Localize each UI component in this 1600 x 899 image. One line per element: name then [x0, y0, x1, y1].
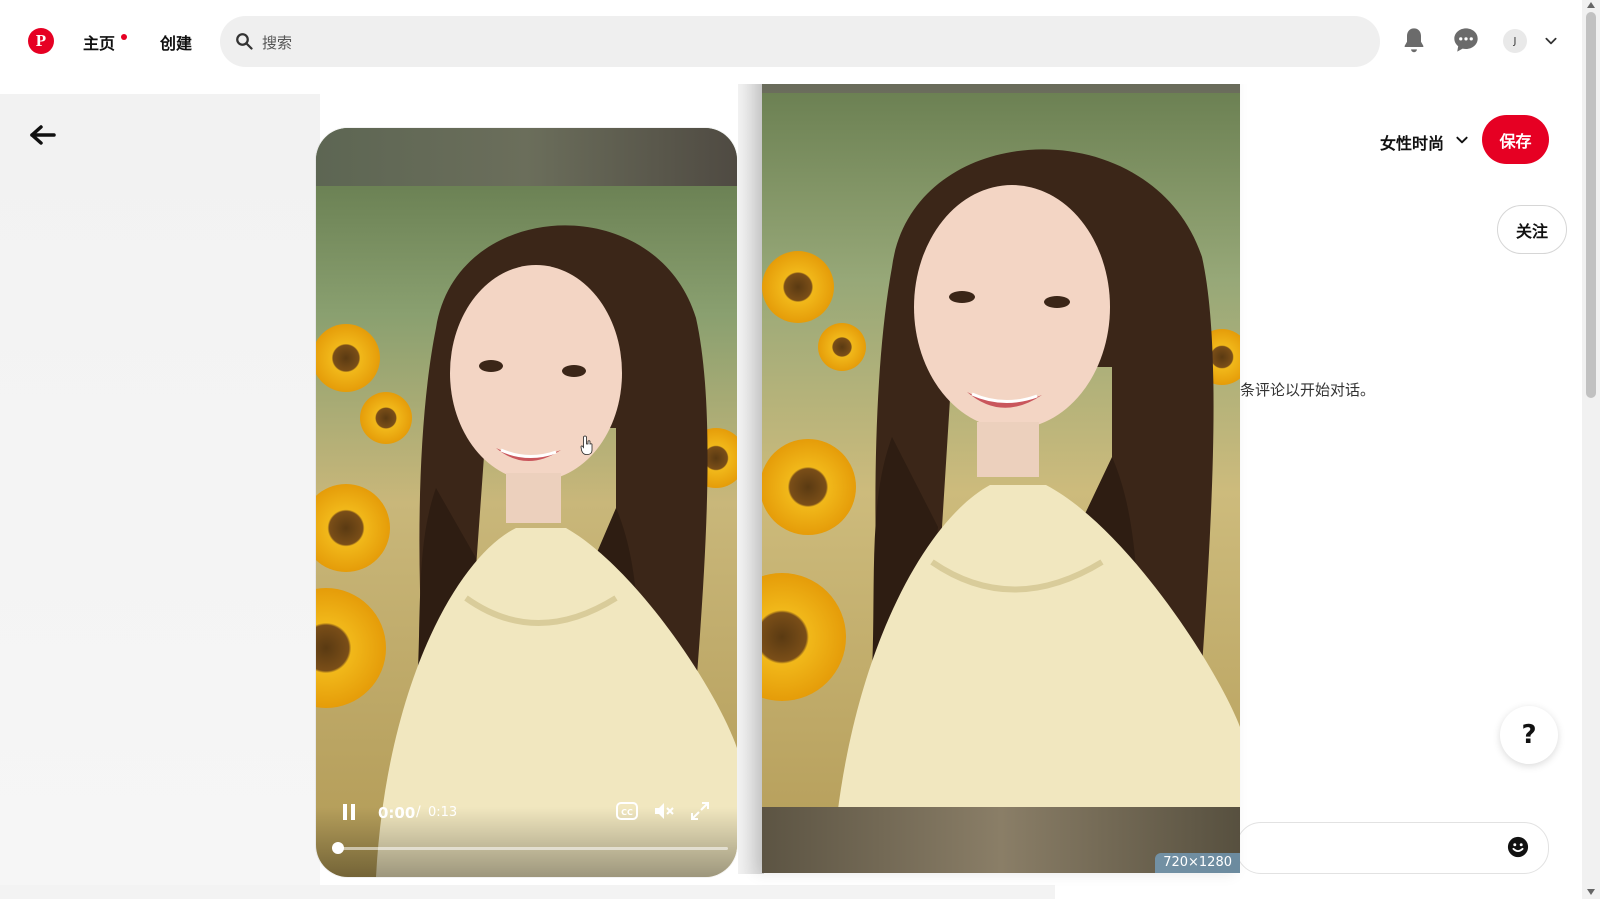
help-icon: ? [1521, 720, 1537, 750]
search-placeholder: 搜索 [262, 34, 293, 52]
preview-side-edge [738, 28, 764, 874]
video-progress-bar[interactable] [332, 842, 728, 854]
search-input[interactable]: 搜索 [220, 16, 1380, 67]
scrollbar-thumb[interactable] [1586, 12, 1596, 398]
cc-icon[interactable]: CC [616, 802, 638, 820]
video-frame [316, 128, 737, 877]
nav-home-link[interactable]: 主页 [83, 30, 115, 54]
time-total: 0:13 [428, 805, 458, 820]
time-current: 0:00 [378, 804, 416, 822]
hand-cursor-icon [580, 435, 593, 455]
logo-letter: P [35, 31, 47, 50]
left-backdrop [0, 94, 320, 899]
scroll-down-icon[interactable] [1587, 889, 1595, 895]
preview-image [762, 27, 1240, 873]
top-header: P 主页 创建 搜索 J [0, 0, 1582, 84]
nav-create-link[interactable]: 创建 [160, 30, 192, 54]
back-arrow-icon[interactable] [28, 124, 56, 146]
board-select[interactable]: 女性时尚 [1380, 130, 1444, 154]
bottom-backdrop [0, 885, 1055, 899]
help-button[interactable]: ? [1500, 706, 1558, 764]
mute-icon[interactable] [653, 801, 675, 821]
dimensions-badge: 720×1280 [1155, 853, 1240, 873]
pinterest-logo[interactable]: P [28, 28, 54, 54]
chat-icon[interactable] [1452, 26, 1480, 54]
progress-knob[interactable] [332, 842, 344, 854]
avatar[interactable]: J [1503, 29, 1527, 53]
notification-dot [121, 34, 127, 40]
avatar-initial: J [1513, 35, 1517, 47]
emoji-icon[interactable] [1507, 836, 1529, 858]
chevron-down-icon[interactable] [1455, 133, 1469, 147]
image-preview-overlay[interactable]: 720×1280 [762, 27, 1240, 873]
bell-icon[interactable] [1400, 26, 1428, 54]
page-scrollbar[interactable] [1582, 0, 1600, 899]
follow-button[interactable]: 关注 [1497, 205, 1567, 254]
time-separator: / [416, 804, 421, 820]
comment-input[interactable] [1236, 822, 1549, 874]
video-top-band [316, 128, 737, 186]
page: P 主页 创建 搜索 J 0:00 / 0:13 CC 720×1280 女性时… [0, 0, 1600, 899]
pause-icon[interactable] [342, 804, 356, 820]
search-icon [236, 33, 253, 50]
scroll-up-icon[interactable] [1587, 2, 1595, 8]
comment-hint-text: 条评论以开始对话。 [1240, 381, 1376, 399]
save-button[interactable]: 保存 [1482, 115, 1549, 164]
video-player[interactable]: 0:00 / 0:13 CC [316, 128, 737, 877]
svg-text:CC: CC [621, 808, 633, 817]
chevron-down-icon[interactable] [1544, 34, 1558, 48]
fullscreen-icon[interactable] [690, 801, 710, 821]
